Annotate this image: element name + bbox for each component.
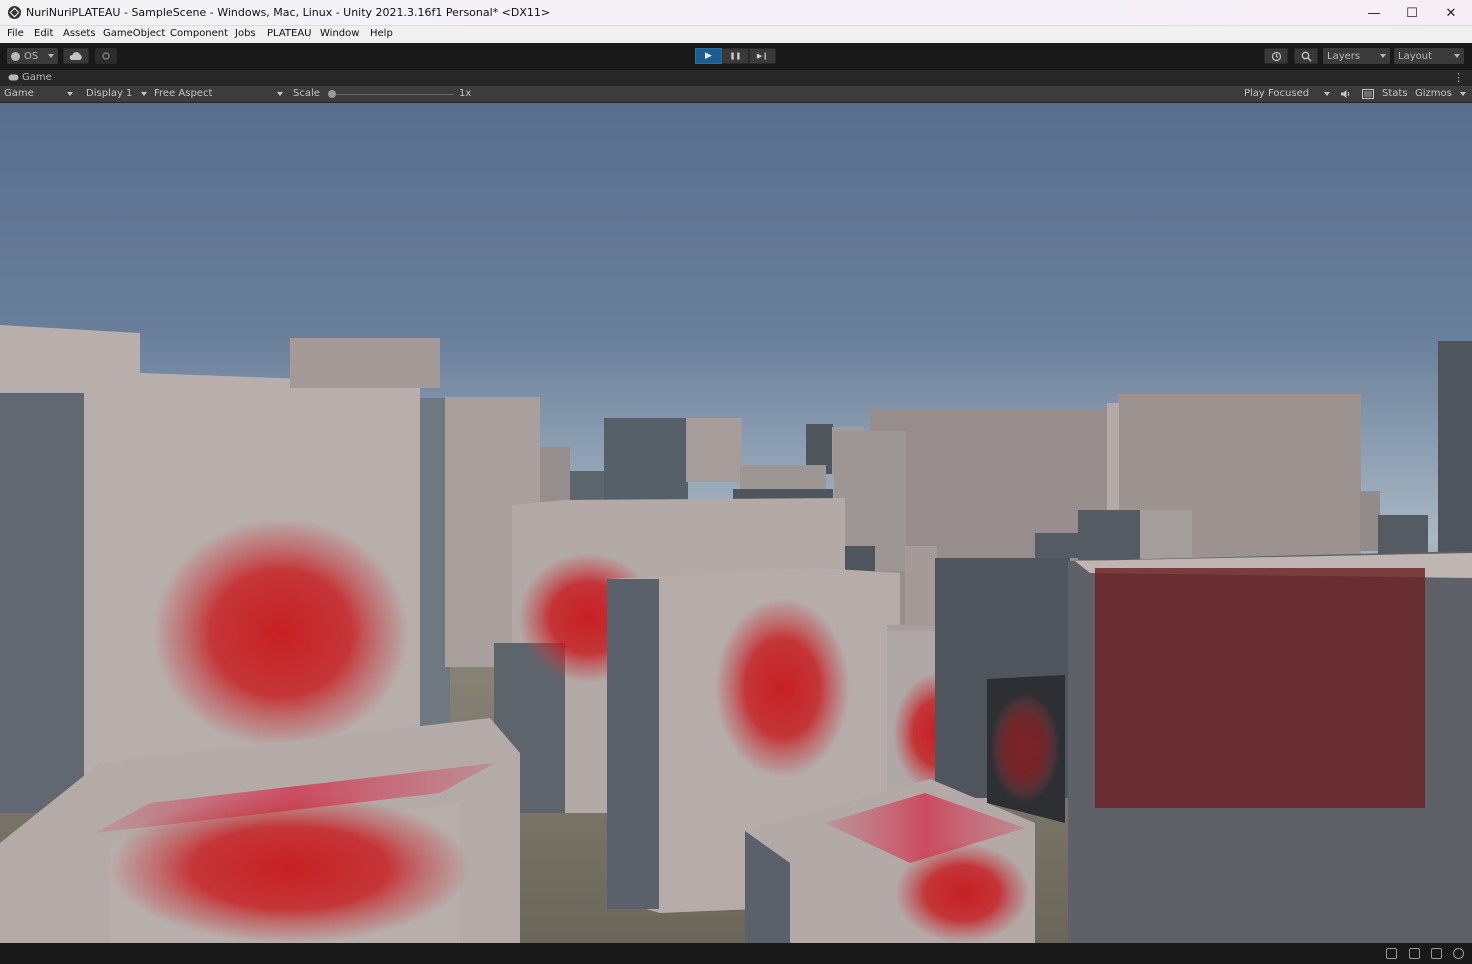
history-button[interactable] [1264, 48, 1288, 64]
pause-icon: ❚❚ [729, 52, 742, 60]
unity-logo-icon [8, 6, 21, 19]
menu-edit[interactable]: Edit [34, 28, 53, 39]
game-view-toolbar: Game Display 1 Free Aspect Scale 1x Play… [0, 86, 1472, 103]
window-title: NuriNuriPLATEAU - SampleScene - Windows,… [26, 6, 551, 19]
chevron-down-icon [48, 54, 54, 58]
tab-menu-icon[interactable]: ⋮ [1453, 71, 1464, 84]
menu-jobs[interactable]: Jobs [235, 28, 256, 39]
playmode-controls: ▶ ❚❚ ▶❙ [695, 48, 776, 64]
close-button[interactable]: ✕ [1432, 0, 1470, 26]
play-mode-dropdown[interactable]: Play Focused [1244, 88, 1309, 99]
stats-button[interactable]: Stats [1382, 88, 1408, 99]
chevron-down-icon [277, 92, 283, 96]
gamepad-icon [8, 74, 19, 81]
account-label: OS [24, 50, 39, 62]
step-button[interactable]: ▶❙ [749, 48, 776, 64]
pause-button[interactable]: ❚❚ [722, 48, 749, 64]
debug-icon[interactable] [1386, 948, 1397, 959]
layers-label: Layers [1327, 50, 1361, 62]
chevron-down-icon [1324, 92, 1330, 96]
game-viewport[interactable] [0, 103, 1472, 943]
play-button[interactable]: ▶ [695, 48, 722, 64]
scale-slider[interactable] [328, 90, 454, 98]
tab-game[interactable]: Game [8, 72, 52, 83]
gizmos-button[interactable]: Gizmos [1415, 88, 1452, 99]
scale-label: Scale [293, 88, 320, 99]
game-render [0, 103, 1472, 943]
search-icon [1301, 51, 1311, 61]
account-dropdown[interactable]: OS [7, 48, 58, 64]
menu-gameobject[interactable]: GameObject [103, 28, 165, 39]
view-mode-dropdown[interactable]: Game [4, 88, 34, 99]
layout-dropdown[interactable]: Layout [1394, 48, 1464, 64]
check-icon[interactable] [1453, 948, 1464, 959]
minimize-button[interactable]: — [1355, 0, 1393, 26]
history-icon [1271, 51, 1281, 61]
layout-label: Layout [1398, 50, 1432, 62]
account-icon [11, 51, 20, 61]
scale-value: 1x [459, 88, 472, 99]
chevron-down-icon [1380, 54, 1386, 58]
mute-audio-icon[interactable] [1340, 89, 1351, 99]
menu-window[interactable]: Window [320, 28, 359, 39]
chevron-down-icon [1454, 54, 1460, 58]
menu-assets[interactable]: Assets [63, 28, 96, 39]
bake-icon[interactable] [1431, 948, 1442, 959]
stats-icon [1362, 89, 1374, 99]
chevron-down-icon [67, 92, 73, 96]
chevron-down-icon [1460, 92, 1466, 96]
play-icon: ▶ [705, 51, 712, 61]
aspect-dropdown[interactable]: Free Aspect [154, 88, 212, 99]
menu-component[interactable]: Component [170, 28, 228, 39]
stack-icon[interactable] [1409, 948, 1420, 959]
display-dropdown[interactable]: Display 1 [86, 88, 132, 99]
cloud-button[interactable] [63, 48, 89, 64]
maximize-button[interactable]: ☐ [1393, 0, 1431, 26]
menu-file[interactable]: File [7, 28, 24, 39]
tab-game-label: Game [22, 72, 52, 83]
chevron-down-icon [141, 92, 147, 96]
gear-icon [102, 52, 110, 60]
scale-slider-thumb[interactable] [328, 90, 336, 98]
status-bar [0, 943, 1472, 964]
layers-dropdown[interactable]: Layers [1323, 48, 1390, 64]
cloud-icon [69, 51, 82, 60]
menu-help[interactable]: Help [370, 28, 393, 39]
search-button[interactable] [1294, 48, 1318, 64]
window-titlebar: NuriNuriPLATEAU - SampleScene - Windows,… [0, 0, 1472, 26]
dock-tab-bar: Game ⋮ [0, 70, 1472, 86]
collab-button[interactable] [95, 48, 117, 64]
menu-plateau[interactable]: PLATEAU [267, 28, 311, 39]
menu-bar: File Edit Assets GameObject Component Jo… [0, 26, 1472, 43]
step-icon: ▶❙ [756, 52, 769, 60]
